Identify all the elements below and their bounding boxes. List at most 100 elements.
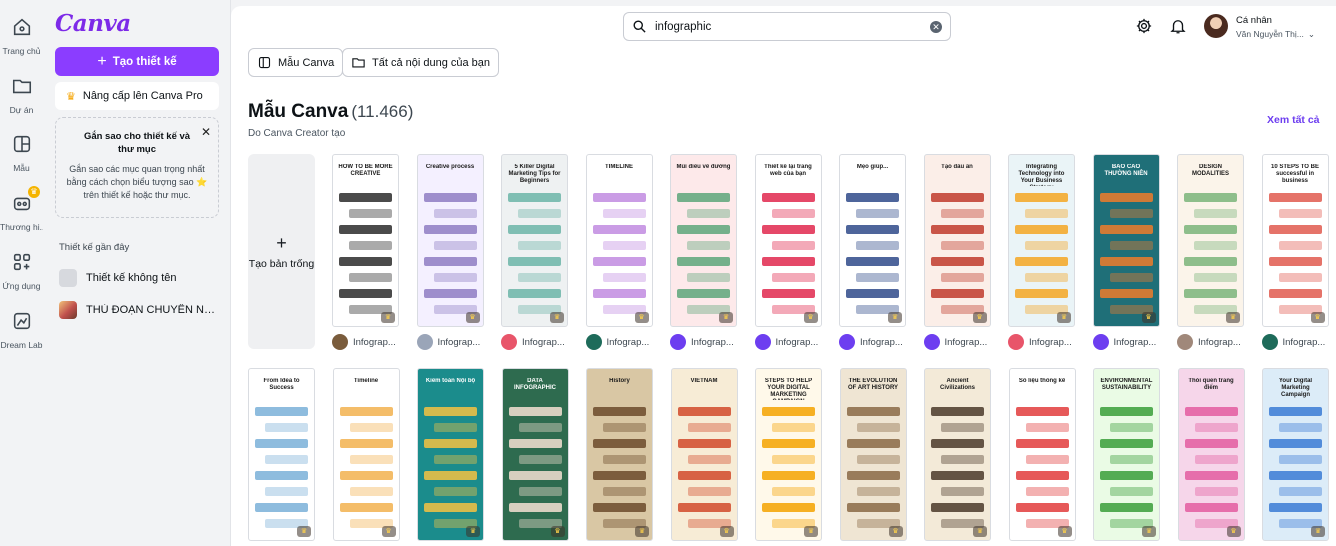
template-card[interactable]: HOW TO BE MORE CREATIVE ♛ Infograp...: [332, 154, 399, 350]
rail-projects[interactable]: Dự án: [0, 75, 43, 115]
see-all-link[interactable]: Xem tất cả: [1267, 114, 1320, 126]
template-card[interactable]: BÁO CÁO THƯỜNG NIÊN ♛ Infograp...: [1092, 154, 1160, 350]
template-section-block: [941, 487, 984, 496]
template-card[interactable]: Kiểm toán Nội bộ ♛: [417, 368, 484, 541]
rail-apps[interactable]: Ứng dụng: [0, 251, 43, 291]
recent-design-item[interactable]: Thiết kế không tên: [59, 267, 219, 289]
template-card[interactable]: Timeline ♛: [332, 368, 400, 541]
template-card[interactable]: Creative process ♛ Infograp...: [416, 154, 484, 350]
template-title: Tạo dấu ấn: [941, 164, 973, 170]
tip-body: Gắn sao các mục quan trọng nhất bằng các…: [66, 164, 208, 200]
creator-avatar: [585, 334, 602, 350]
template-section-block: [1268, 289, 1322, 298]
plus-icon: +: [97, 52, 107, 70]
search-input[interactable]: [655, 20, 922, 33]
rail-home[interactable]: Trang chủ: [0, 16, 43, 56]
template-section-block: [592, 289, 646, 298]
template-card[interactable]: TIMELINE ♛ Infograp...: [585, 154, 653, 350]
template-card[interactable]: THE EVOLUTION OF ART HISTORY ♛: [839, 368, 907, 541]
creator-avatar: [1008, 334, 1024, 350]
template-card[interactable]: DESIGN MODALITIES ♛ Infograp...: [1177, 154, 1244, 350]
template-section-block: [772, 487, 815, 496]
template-author: Infograp...: [839, 334, 906, 350]
template-thumbnail: 10 STEPS TO BE successful in business ♛: [1261, 154, 1329, 327]
settings-gear-icon[interactable]: [1135, 17, 1153, 35]
creator-avatar: [754, 334, 771, 350]
premium-crown-icon: ♛: [550, 526, 565, 537]
template-card[interactable]: Mẹo giúp... ♛ Infograp...: [839, 154, 906, 350]
template-title: THE EVOLUTION OF ART HISTORY: [847, 378, 899, 391]
clear-search-icon[interactable]: ✕: [930, 20, 942, 33]
template-section-block: [931, 407, 984, 416]
template-section-block: [1015, 289, 1068, 298]
template-card[interactable]: 5 Killer Digital Marketing Tips for Begi…: [501, 154, 568, 350]
upgrade-pro-button[interactable]: ♛ Nâng cấp lên Canva Pro: [55, 82, 219, 110]
premium-crown-icon: ♛: [719, 312, 733, 323]
search-bar[interactable]: ✕: [623, 12, 951, 41]
template-section-block: [677, 193, 730, 202]
rail-brand[interactable]: ♛ Thương hi...: [0, 186, 43, 232]
account-switcher[interactable]: Cá nhân Văn Nguyễn Thị... ⌄: [1236, 15, 1336, 40]
template-title: Creative process: [425, 164, 475, 170]
template-section-block: [1194, 209, 1237, 218]
filter-all-content[interactable]: Tất cả nội dung của bạn: [342, 48, 500, 77]
rail-templates[interactable]: Mẫu: [0, 133, 43, 173]
template-card[interactable]: Integrating Technology into Your Busines…: [1008, 154, 1075, 350]
recent-designs-heading: Thiết kế gần đây: [59, 242, 130, 253]
creator-label: Infograp...: [606, 336, 650, 348]
premium-crown-icon: ♛: [550, 312, 564, 323]
template-title: Thiết kế lại trang web của bạn: [764, 164, 812, 177]
template-card[interactable]: 10 STEPS TO BE successful in business ♛ In…: [1261, 154, 1329, 350]
template-card[interactable]: Thói quen trang điểm ♛: [1177, 368, 1245, 541]
template-section-block: [1279, 423, 1322, 432]
recent-design-item[interactable]: THỦ ĐOẠN CHUYỂN NH...: [59, 299, 219, 321]
premium-crown-icon: ♛: [1142, 526, 1156, 537]
template-card[interactable]: Mùi điều về đường ♛ Infograp...: [670, 154, 737, 350]
apps-icon: [13, 253, 30, 271]
template-card[interactable]: Your Digital Marketing Campaign ♛: [1262, 368, 1329, 541]
creator-label: Infograp...: [1113, 336, 1157, 348]
template-card[interactable]: ENVIRONMENTAL SUSTAINABILITY ♛: [1093, 368, 1160, 541]
rail-dream-lab[interactable]: Dream Lab: [0, 310, 43, 350]
template-section-block: [1015, 407, 1069, 416]
close-icon[interactable]: ✕: [201, 125, 211, 139]
template-section-block: [1269, 503, 1322, 512]
template-title: Mẹo giúp...: [856, 164, 889, 170]
template-card[interactable]: Tạo dấu ấn ♛ Infograp...: [923, 154, 991, 350]
canva-logo[interactable]: Canva: [55, 10, 131, 37]
template-card[interactable]: Ancient Civilizations ♛: [924, 368, 991, 541]
template-card[interactable]: From Idea to Success ♛: [248, 368, 315, 541]
template-section-block: [433, 209, 477, 218]
template-section-block: [1194, 487, 1238, 496]
notification-bell-icon[interactable]: [1169, 17, 1187, 35]
template-title: ENVIRONMENTAL SUSTAINABILITY: [1100, 378, 1153, 391]
template-card[interactable]: Số liệu thống kê ♛: [1008, 368, 1076, 541]
template-section-block: [1184, 407, 1238, 416]
create-blank-button[interactable]: + Tạo bản trống: [248, 154, 315, 349]
rail-label: Mẫu: [13, 163, 30, 173]
template-section-block: [434, 487, 477, 496]
template-section-block: [687, 423, 731, 432]
template-section-block: [846, 193, 899, 202]
template-thumbnail: HOW TO BE MORE CREATIVE ♛: [332, 154, 399, 327]
creator-label: Infograp...: [1282, 336, 1326, 348]
creator-avatar: [501, 334, 517, 350]
template-author: Infograp...: [923, 334, 991, 350]
template-section-block: [1269, 407, 1322, 416]
filter-canva-templates[interactable]: Mẫu Canva: [248, 48, 344, 77]
template-card[interactable]: STEPS TO HELP YOUR DIGITAL MARKETING CAM…: [755, 368, 822, 541]
template-section-block: [1184, 257, 1237, 266]
template-card[interactable]: Thiết kế lại trang web của bạn ♛ Infograp.…: [754, 154, 822, 350]
template-card[interactable]: DATA INFOGRAPHIC ♛: [501, 368, 569, 541]
create-design-button[interactable]: + Tạo thiết kế: [55, 47, 219, 76]
template-title: From Idea to Success: [263, 378, 300, 391]
template-section-block: [1025, 487, 1069, 496]
template-card[interactable]: VIETNAM ♛: [670, 368, 738, 541]
template-card[interactable]: History ♛: [586, 368, 653, 541]
template-title: 5 Killer Digital Marketing Tips for Begi…: [508, 164, 561, 184]
template-section-block: [761, 289, 815, 298]
avatar[interactable]: [1204, 14, 1228, 38]
template-section-block: [1184, 503, 1238, 512]
creator-avatar: [1261, 334, 1278, 350]
template-section-block: [424, 407, 477, 416]
